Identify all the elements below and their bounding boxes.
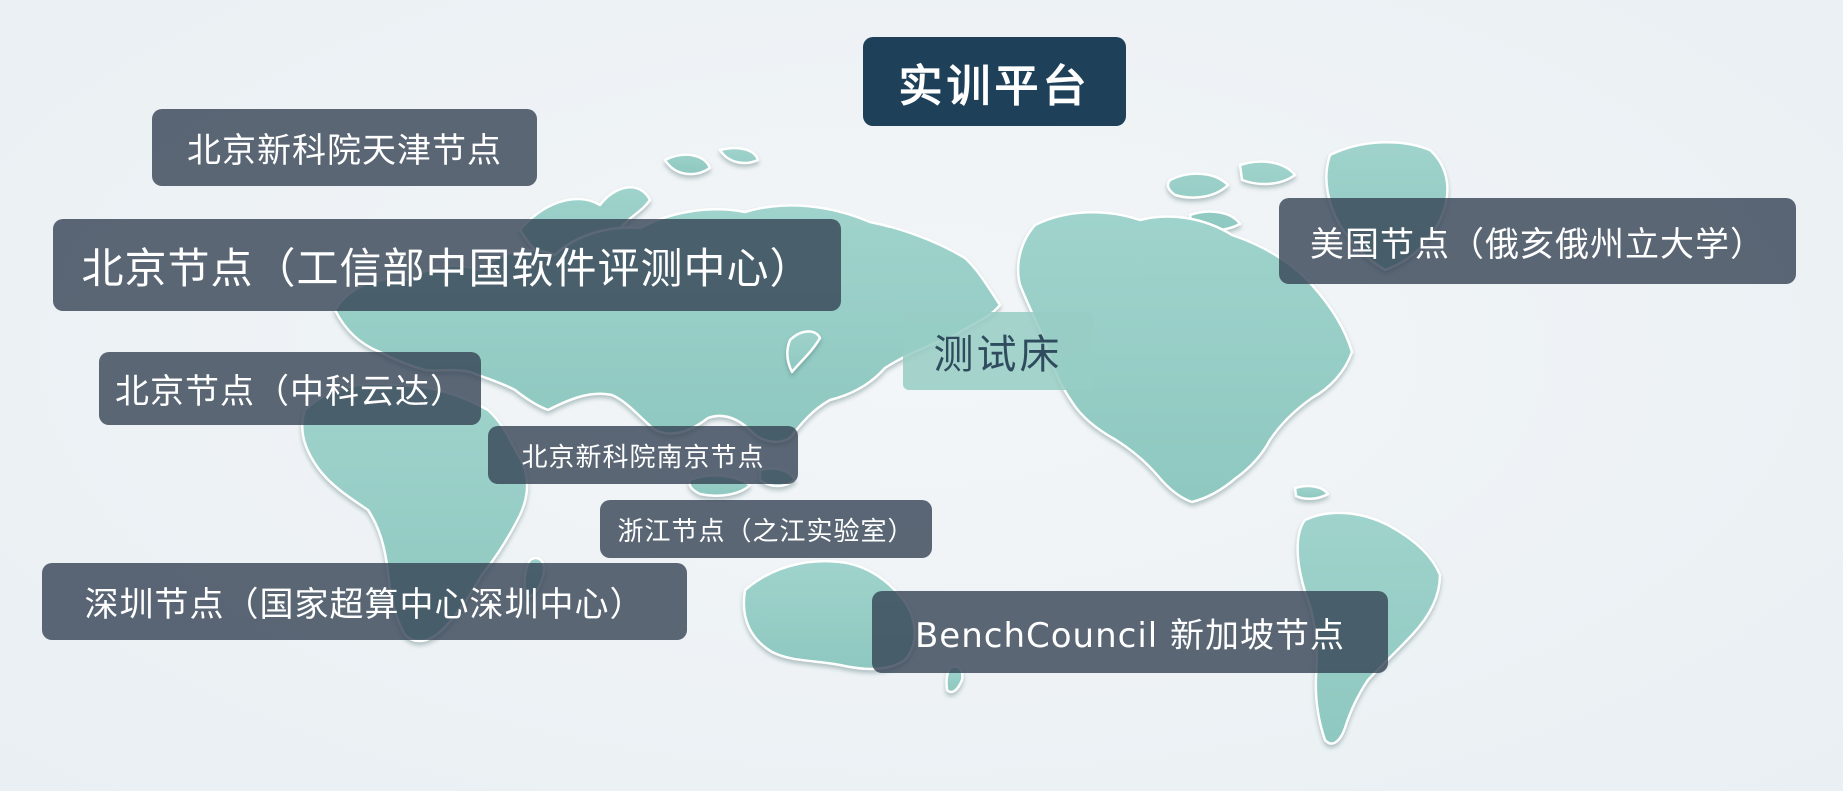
node-zhejiang: 浙江节点（之江实验室） [600, 500, 932, 558]
landmass-caribbean [1293, 484, 1330, 500]
node-singapore: BenchCouncil 新加坡节点 [872, 591, 1388, 673]
node-shenzhen: 深圳节点（国家超算中心深圳中心） [42, 563, 687, 640]
node-usa: 美国节点（俄亥俄州立大学） [1279, 198, 1796, 284]
platform-badge: 实训平台 [863, 37, 1126, 126]
node-nanjing: 北京新科院南京节点 [488, 426, 798, 484]
node-beijing-zkyd: 北京节点（中科云达） [99, 352, 481, 425]
landmass-arctic-islands [663, 146, 760, 176]
world-map-stage: 实训平台 测试床 北京新科院天津节点 北京节点（工信部中国软件评测中心） 北京节… [0, 0, 1843, 791]
node-beijing-cesi: 北京节点（工信部中国软件评测中心） [53, 219, 841, 311]
testbed-label: 测试床 [903, 312, 1093, 390]
node-tianjin: 北京新科院天津节点 [152, 109, 537, 186]
